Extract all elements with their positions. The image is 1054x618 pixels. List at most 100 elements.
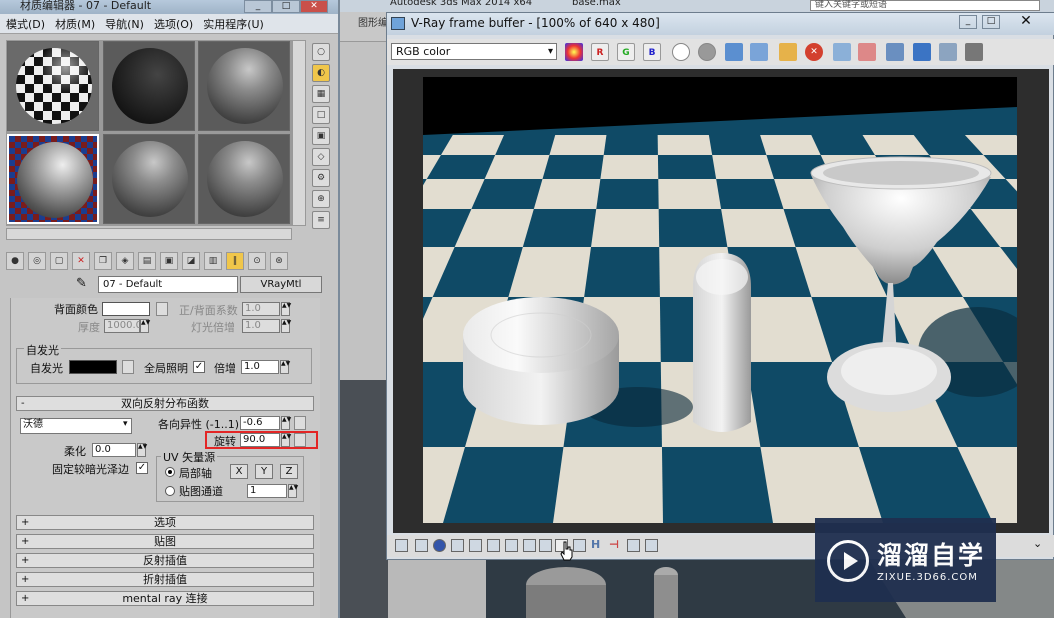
close-icon[interactable]: ✕ [1017,13,1035,29]
lut-icon[interactable] [539,539,552,552]
self-illum-swatch[interactable] [69,360,117,374]
copy-material-icon[interactable]: ❐ [94,252,112,270]
brdf-rollout-header[interactable]: - 双向反射分布函数 [16,396,314,411]
options-icon[interactable]: ⚙ [312,169,330,187]
exposure-icon[interactable] [469,539,482,552]
mono-icon[interactable] [698,43,716,61]
maximize-button[interactable]: □ [272,0,300,13]
select-by-material-icon[interactable]: ⊕ [312,190,330,208]
local-axis-radio[interactable] [165,467,175,477]
slot-3[interactable] [198,41,290,131]
assign-material-icon[interactable]: ▢ [50,252,68,270]
history-icon[interactable] [939,43,957,61]
make-unique-icon[interactable]: ◈ [116,252,134,270]
display-correction-icon[interactable] [913,43,931,61]
slot-5[interactable] [103,134,195,224]
max-viewport-left[interactable] [336,380,388,618]
back-color-swatch[interactable] [102,302,150,316]
mult-spinner[interactable]: ▲▼ [280,360,290,374]
material-name-field[interactable]: 07 - Default [98,276,238,293]
mult-field[interactable]: 1.0 [241,360,279,374]
map-channel-field[interactable]: 1 [247,484,287,498]
light-mult-field[interactable]: 1.0 [242,319,280,333]
gi-checkbox[interactable]: ✓ [193,361,205,373]
menu-options[interactable]: 选项(O) [154,16,193,32]
alpha-channel-icon[interactable] [672,43,690,61]
aniso-map-button[interactable] [294,416,306,430]
background-icon[interactable]: ▦ [312,85,330,103]
uv-tiling-icon[interactable]: □ [312,106,330,124]
reset-icon[interactable]: ✕ [72,252,90,270]
thickness-spinner[interactable]: ▲▼ [140,319,150,333]
color-picker-icon[interactable] [565,43,583,61]
info-icon[interactable] [433,539,446,552]
close-button[interactable]: ✕ [300,0,328,13]
axis-z-button[interactable]: Z [280,464,298,479]
brdf-type-dropdown[interactable]: 沃德 [20,418,132,434]
options-rollout-header[interactable]: + 选项 [16,515,314,530]
levels-icon[interactable] [487,539,500,552]
axis-x-button[interactable]: X [230,464,248,479]
front-back-coeff-spinner[interactable]: ▲▼ [281,302,291,316]
show-end-result-icon[interactable]: ▥ [204,252,222,270]
aniso-field[interactable]: -0.6 [240,416,280,430]
menu-material[interactable]: 材质(M) [55,16,95,32]
save-image-icon[interactable] [725,43,743,61]
material-type-button[interactable]: VRayMtl [240,276,322,293]
backlight-icon[interactable]: ◐ [312,64,330,82]
clear-icon[interactable]: ✕ [805,43,823,61]
fix-dark-edges-checkbox[interactable]: ✓ [136,462,148,474]
make-preview-icon[interactable]: ◇ [312,148,330,166]
slots-horizontal-scrollbar[interactable] [6,228,292,240]
put-to-library-icon[interactable]: ▤ [138,252,156,270]
pick-material-icon[interactable]: ⊛ [270,252,288,270]
region-render-icon[interactable] [858,43,876,61]
back-color-map-button[interactable] [156,302,168,316]
load-icon[interactable] [779,43,797,61]
search-input[interactable]: 键入关键字或短语 [810,0,1040,11]
video-color-check-icon[interactable]: ▣ [312,127,330,145]
sidebar-icon[interactable] [415,539,428,552]
minimize-icon[interactable]: _ [959,15,977,29]
flip-h-icon[interactable]: ⊣ [609,539,622,552]
navigator-icon[interactable]: ≡ [312,211,330,229]
show-shaded-icon[interactable]: ◪ [182,252,200,270]
front-back-coeff-field[interactable]: 1.0 [242,302,280,316]
soften-field[interactable]: 0.0 [92,443,136,457]
reflect-interp-rollout-header[interactable]: + 反射插值 [16,553,314,568]
slot-6[interactable] [198,134,290,224]
blue-channel-button[interactable]: B [643,43,661,61]
aniso-spinner[interactable]: ▲▼ [281,416,291,430]
eyedropper-icon[interactable]: ✎ [76,276,87,291]
render-image[interactable] [423,77,1017,523]
thickness-field[interactable]: 1000.0 [104,319,142,333]
material-id-icon[interactable]: ▣ [160,252,178,270]
red-channel-button[interactable]: R [591,43,609,61]
light-mult-spinner[interactable]: ▲▼ [281,319,291,333]
track-mouse-icon[interactable] [833,43,851,61]
slot-2[interactable] [103,41,195,131]
menu-utilities[interactable]: 实用程序(U) [203,16,264,32]
stats-icon[interactable] [451,539,464,552]
show-corrections-icon[interactable] [395,539,408,552]
lens-effects-icon[interactable] [965,43,983,61]
sample-type-icon[interactable]: ○ [312,43,330,61]
maps-rollout-header[interactable]: + 贴图 [16,534,314,549]
slots-vertical-scrollbar[interactable] [292,40,306,226]
slot-4-selected[interactable] [7,134,99,224]
menu-navigation[interactable]: 导航(N) [105,16,144,32]
slot-1[interactable] [7,41,99,131]
chevron-down-icon[interactable]: ⌄ [1033,537,1042,550]
mental-ray-rollout-header[interactable]: + mental ray 连接 [16,591,314,606]
channel-dropdown[interactable]: RGB color [391,43,557,60]
refract-interp-rollout-header[interactable]: + 折射插值 [16,572,314,587]
axis-y-button[interactable]: Y [255,464,273,479]
menu-mode[interactable]: 模式(D) [6,16,45,32]
soften-spinner[interactable]: ▲▼ [137,443,147,457]
minimize-button[interactable]: _ [244,0,272,13]
map-channel-spinner[interactable]: ▲▼ [288,484,298,498]
go-forward-sibling-icon[interactable]: ⊙ [248,252,266,270]
h-icon[interactable]: H [591,539,604,552]
self-illum-map-button[interactable] [122,360,134,374]
put-to-scene-icon[interactable]: ◎ [28,252,46,270]
